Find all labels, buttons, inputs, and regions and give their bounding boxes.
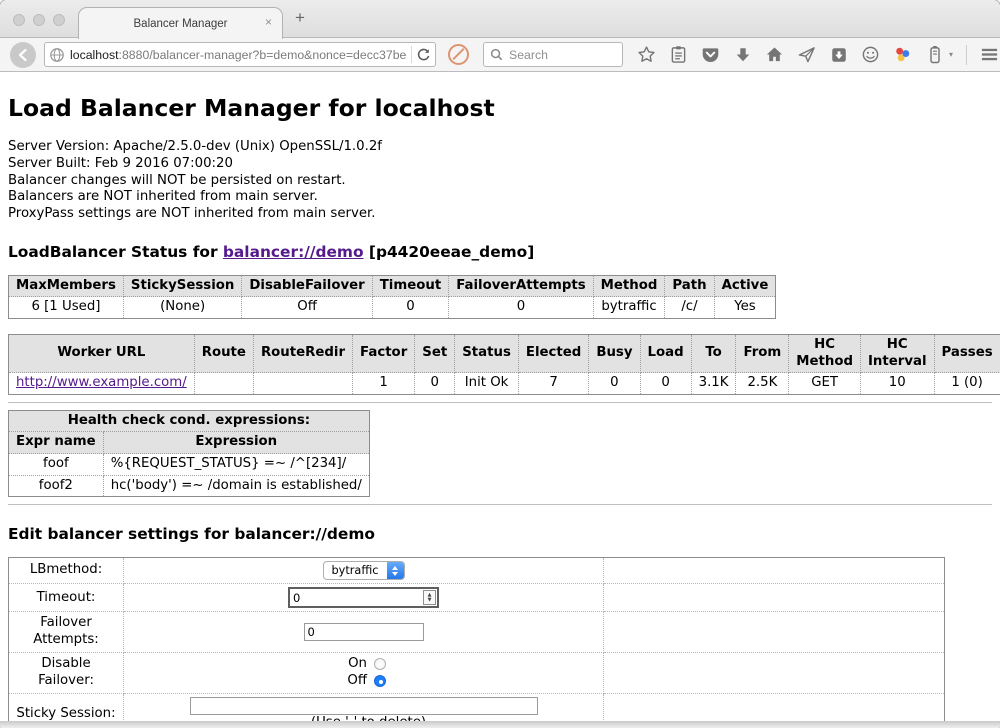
server-info: Server Version: Apache/2.5.0-dev (Unix) …: [8, 139, 992, 223]
sticky-session-input[interactable]: [190, 697, 538, 715]
table-header-row: Expr name Expression: [9, 432, 370, 454]
health-check-table: Health check cond. expressions: Expr nam…: [8, 410, 370, 497]
table-row: foof2 hc('body') =~ /domain is establish…: [9, 475, 370, 497]
lbmethod-select[interactable]: bytraffic: [323, 561, 405, 580]
pocket-icon[interactable]: [701, 45, 720, 64]
window-bottom-edge: [0, 721, 1000, 728]
page-content: Load Balancer Manager for localhost Serv…: [0, 73, 1000, 728]
balancers-inherit-line: Balancers are NOT inherited from main se…: [8, 189, 992, 206]
health-check-title: Health check cond. expressions:: [9, 410, 370, 432]
proxypass-inherit-line: ProxyPass settings are NOT inherited fro…: [8, 206, 992, 223]
failover-attempts-label: Failover Attempts:: [9, 612, 124, 652]
timeout-input-wrap: ▲▼: [288, 587, 439, 608]
home-icon[interactable]: [765, 45, 784, 64]
server-version-line: Server Version: Apache/2.5.0-dev (Unix) …: [8, 139, 992, 156]
worker-status-table: Worker URL Route RouteRedir Factor Set S…: [8, 334, 1000, 395]
bookmark-star-icon[interactable]: [637, 45, 656, 64]
adblock-icon[interactable]: [448, 44, 469, 65]
chat-smiley-icon[interactable]: [861, 45, 880, 64]
window-controls: [13, 14, 65, 26]
search-icon: [490, 48, 503, 61]
colored-dots-icon[interactable]: [893, 45, 912, 64]
table-header-row: Worker URL Route RouteRedir Factor Set S…: [9, 334, 1000, 372]
dropdown-caret-icon[interactable]: ▾: [949, 50, 953, 59]
new-tab-button[interactable]: +: [295, 8, 305, 28]
menu-hamburger-icon[interactable]: [980, 45, 999, 64]
table-title-row: Health check cond. expressions:: [9, 410, 370, 432]
url-bar[interactable]: localhost:8880/balancer-manager?b=demo&n…: [44, 42, 436, 67]
worker-url-link[interactable]: http://www.example.com/: [16, 375, 187, 390]
table-row: 6 [1 Used] (None) Off 0 0 bytraffic /c/ …: [9, 297, 776, 319]
disable-failover-on-radio[interactable]: [374, 658, 386, 670]
reading-list-icon[interactable]: [669, 45, 688, 64]
section-divider: [8, 504, 992, 505]
url-text[interactable]: localhost:8880/balancer-manager?b=demo&n…: [70, 48, 407, 62]
download-panel-icon[interactable]: [829, 45, 848, 64]
timeout-row: Timeout: ▲▼: [9, 584, 945, 612]
toolbar-separator: [966, 45, 967, 65]
server-built-line: Server Built: Feb 9 2016 07:00:20: [8, 156, 992, 173]
balancer-status-table: MaxMembers StickySession DisableFailover…: [8, 275, 776, 319]
search-bar[interactable]: [483, 42, 623, 67]
loadbalancer-status-heading: LoadBalancer Status for balancer://demo …: [8, 243, 992, 261]
browser-window: Balancer Manager × + localhost:8880/bala…: [0, 0, 1000, 728]
section-divider: [8, 402, 992, 403]
select-stepper-icon: [387, 562, 404, 579]
failover-attempts-input[interactable]: [304, 623, 424, 641]
tab-bar: Balancer Manager × +: [0, 0, 1000, 38]
edit-balancer-heading: Edit balancer settings for balancer://de…: [8, 525, 992, 543]
number-spinner-icon[interactable]: ▲▼: [423, 590, 436, 605]
battery-icon[interactable]: [925, 45, 944, 64]
minimize-window-button[interactable]: [33, 14, 45, 26]
tab-balancer-manager[interactable]: Balancer Manager ×: [78, 7, 283, 39]
table-row: foof %{REQUEST_STATUS} =~ /^[234]/: [9, 454, 370, 476]
disable-failover-off-radio[interactable]: [374, 675, 386, 687]
send-icon[interactable]: [797, 45, 816, 64]
table-row: http://www.example.com/ 1 0 Init Ok 7 0 …: [9, 373, 1000, 395]
timeout-label: Timeout:: [9, 584, 124, 612]
back-button[interactable]: [10, 42, 36, 68]
tab-title: Balancer Manager: [134, 18, 228, 30]
navigation-toolbar: localhost:8880/balancer-manager?b=demo&n…: [0, 38, 1000, 72]
disable-failover-row: Disable Failover: On Off: [9, 652, 945, 693]
failover-attempts-row: Failover Attempts:: [9, 612, 945, 652]
search-input[interactable]: [507, 47, 607, 63]
table-header-row: MaxMembers StickySession DisableFailover…: [9, 275, 776, 297]
close-tab-icon[interactable]: ×: [265, 16, 272, 28]
page-title: Load Balancer Manager for localhost: [8, 94, 992, 122]
balancer-demo-link[interactable]: balancer://demo: [223, 243, 364, 261]
downloads-icon[interactable]: [733, 45, 752, 64]
back-arrow-icon: [16, 48, 30, 62]
reload-icon[interactable]: [416, 47, 431, 62]
edit-balancer-form: LBmethod: bytraffic Timeout: ▲▼: [8, 557, 945, 728]
globe-icon: [49, 47, 65, 63]
lbmethod-label: LBmethod:: [9, 558, 124, 584]
toolbar-icons: ▾: [637, 45, 1000, 65]
disable-failover-label: Disable Failover:: [9, 652, 124, 693]
close-window-button[interactable]: [13, 14, 25, 26]
persist-warning-line: Balancer changes will NOT be persisted o…: [8, 173, 992, 190]
lbmethod-row: LBmethod: bytraffic: [9, 558, 945, 584]
url-divider: [411, 46, 412, 63]
zoom-window-button[interactable]: [53, 14, 65, 26]
timeout-input[interactable]: [290, 591, 423, 605]
